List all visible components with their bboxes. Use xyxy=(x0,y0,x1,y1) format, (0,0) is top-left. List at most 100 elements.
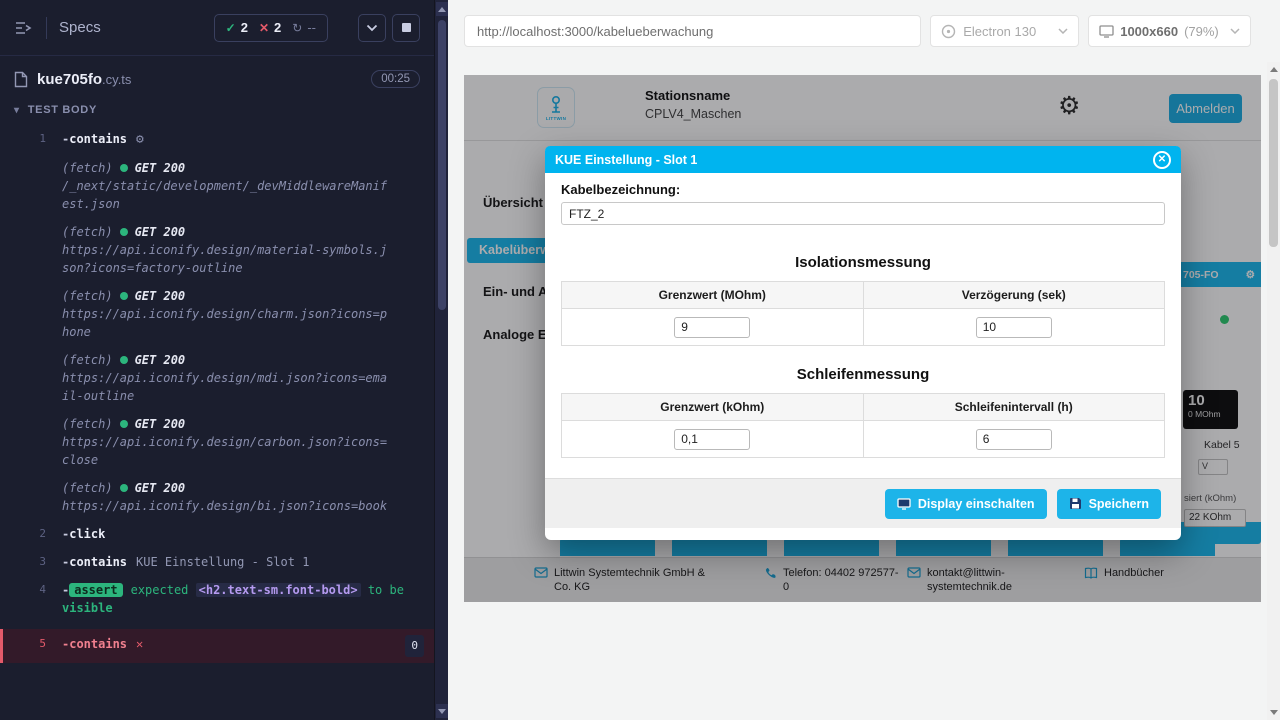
passed-count: 2 xyxy=(241,20,248,35)
table-cell xyxy=(863,421,1165,458)
stat-failed: ✕2 xyxy=(259,20,281,35)
scroll-down-button[interactable] xyxy=(436,704,448,718)
pending-count: -- xyxy=(307,20,316,35)
command-click[interactable]: 2 -click xyxy=(0,525,434,543)
assert-element: <h2.text-sm.font-bold> xyxy=(196,583,361,597)
command-number: 1 xyxy=(0,130,62,148)
command-number: 4 xyxy=(0,581,62,599)
arrow-down-icon xyxy=(438,709,446,714)
fetch-log-entry[interactable]: (fetch) GET 200 https://api.iconify.desig… xyxy=(0,351,434,405)
schleifenmessung-table: Grenzwert (kOhm) Schleifenintervall (h) xyxy=(561,393,1165,458)
fetch-url: https://api.iconify.design/bi.json?icons… xyxy=(62,497,390,515)
scrollbar-thumb[interactable] xyxy=(438,20,446,310)
column-header: Grenzwert (MOhm) xyxy=(562,282,864,309)
command-contains-failed[interactable]: 5 -contains✕ 0 xyxy=(0,629,434,663)
error-count-badge: 0 xyxy=(405,635,424,657)
specs-menu-icon[interactable] xyxy=(14,20,34,36)
viewport-icon xyxy=(1099,25,1114,38)
browser-label: Electron 130 xyxy=(963,24,1036,39)
fetch-url: https://api.iconify.design/mdi.json?icon… xyxy=(62,369,390,405)
table-cell xyxy=(562,421,864,458)
fetch-status: GET 200 xyxy=(135,223,186,241)
spec-name[interactable]: kue705fo.cy.ts xyxy=(37,71,131,88)
arrow-down-icon xyxy=(1270,710,1278,715)
command-number: 5 xyxy=(3,635,62,653)
check-icon: ✓ xyxy=(226,21,236,35)
isolationsmessung-title: Isolationsmessung xyxy=(545,254,1181,271)
browser-select[interactable]: Electron 130 xyxy=(930,15,1079,47)
aut-toolbar: Electron 130 1000x660 (79%) xyxy=(448,0,1267,62)
test-body-section[interactable]: ▾ TEST BODY xyxy=(0,96,434,120)
reporter-controls xyxy=(358,14,420,42)
fetch-log-entry[interactable]: (fetch)GET 200 https://api.iconify.desig… xyxy=(0,479,434,515)
reporter-scrollbar[interactable] xyxy=(434,0,448,720)
stat-pending: ↻ -- xyxy=(292,20,316,35)
scroll-down-button[interactable] xyxy=(1267,705,1280,720)
refresh-icon: ↻ xyxy=(292,21,302,35)
viewport-size: 1000x660 xyxy=(1120,24,1178,39)
spec-bar: kue705fo.cy.ts 00:25 xyxy=(0,56,434,96)
grenzwert-kohm-input[interactable] xyxy=(674,429,750,450)
command-method: contains xyxy=(69,555,127,569)
window-scrollbar[interactable] xyxy=(1267,0,1280,720)
scrollbar-track[interactable] xyxy=(1267,62,1280,720)
gear-icon: ⚙ xyxy=(136,132,144,147)
status-dot-icon xyxy=(120,164,128,172)
viewport-zoom: (79%) xyxy=(1184,24,1219,39)
fetch-log-entry[interactable]: (fetch)GET 200 https://api.iconify.desig… xyxy=(0,223,434,277)
close-icon[interactable]: ✕ xyxy=(1153,151,1171,169)
command-contains-2[interactable]: 3 -containsKUE Einstellung - Slot 1 xyxy=(0,553,434,571)
kabelbezeichnung-label: Kabelbezeichnung: xyxy=(561,182,680,197)
display-einschalten-button[interactable]: Display einschalten xyxy=(885,489,1047,519)
spec-extension: .cy.ts xyxy=(102,72,131,87)
collapse-button[interactable] xyxy=(358,14,386,42)
table-cell xyxy=(562,309,864,346)
chevron-down-icon: ▾ xyxy=(14,105,20,116)
viewport-select[interactable]: 1000x660 (79%) xyxy=(1088,15,1251,47)
scroll-up-button[interactable] xyxy=(1267,62,1280,77)
command-message: KUE Einstellung - Slot 1 xyxy=(136,555,309,569)
chevron-down-icon xyxy=(1230,28,1240,34)
stat-passed: ✓2 xyxy=(226,20,248,35)
isolationsmessung-table: Grenzwert (MOhm) Verzögerung (sek) xyxy=(561,281,1165,346)
fetch-tag: (fetch) xyxy=(62,479,113,497)
spec-duration: 00:25 xyxy=(371,70,420,88)
command-assert[interactable]: 4 -assertexpected <h2.text-sm.font-bold>… xyxy=(0,581,434,617)
status-dot-icon xyxy=(120,356,128,364)
url-input[interactable] xyxy=(464,15,921,47)
speichern-button[interactable]: Speichern xyxy=(1057,489,1161,519)
fetch-tag: (fetch) xyxy=(62,415,113,433)
grenzwert-mohm-input[interactable] xyxy=(674,317,750,338)
fail-x-icon: ✕ xyxy=(136,637,143,651)
x-icon: ✕ xyxy=(259,21,269,35)
fetch-log-entry[interactable]: (fetch)GET 200 /_next/static/development… xyxy=(0,159,434,213)
fetch-log-entry[interactable]: (fetch)GET 200 https://api.iconify.desig… xyxy=(0,287,434,341)
fetch-url: https://api.iconify.design/charm.json?ic… xyxy=(62,305,390,341)
fetch-tag: (fetch) xyxy=(62,159,113,177)
fetch-status: GET 200 xyxy=(135,415,186,433)
verzoegerung-sek-input[interactable] xyxy=(976,317,1052,338)
fetch-status: GET 200 xyxy=(135,287,186,305)
app-under-test: LITTWIN Stationsname CPLV4_Maschen ⚙ Abm… xyxy=(464,75,1261,602)
test-stats: ✓2 ✕2 ↻-- xyxy=(214,14,328,42)
scrollbar-thumb[interactable] xyxy=(1269,79,1278,247)
fetch-tag: (fetch) xyxy=(62,351,113,369)
status-dot-icon xyxy=(120,420,128,428)
column-header: Schleifenintervall (h) xyxy=(863,394,1165,421)
table-cell xyxy=(863,309,1165,346)
arrow-up-icon xyxy=(1270,67,1278,72)
kabelbezeichnung-input[interactable] xyxy=(561,202,1165,225)
fetch-url: /_next/static/development/_devMiddleware… xyxy=(62,177,390,213)
command-contains-1[interactable]: 1 -contains⚙ xyxy=(0,130,434,149)
main-area: Electron 130 1000x660 (79%) LITTWIN Stat… xyxy=(448,0,1267,720)
command-method: contains xyxy=(69,132,127,146)
specs-label[interactable]: Specs xyxy=(59,19,101,36)
failed-count: 2 xyxy=(274,20,281,35)
schleifenintervall-input[interactable] xyxy=(976,429,1052,450)
fetch-url: https://api.iconify.design/material-symb… xyxy=(62,241,390,277)
fetch-status: GET 200 xyxy=(135,351,186,369)
stop-button[interactable] xyxy=(392,14,420,42)
column-header: Grenzwert (kOhm) xyxy=(562,394,864,421)
scroll-up-button[interactable] xyxy=(436,2,448,16)
fetch-log-entry[interactable]: (fetch)GET 200 https://api.iconify.desig… xyxy=(0,415,434,469)
